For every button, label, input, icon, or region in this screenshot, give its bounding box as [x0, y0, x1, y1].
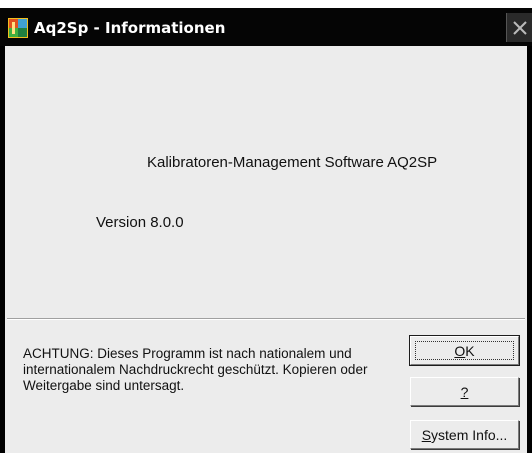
close-button[interactable]: [506, 13, 532, 42]
ok-button-label: OK: [454, 342, 475, 359]
version-label: Version 8.0.0: [96, 214, 184, 231]
dialog-body: Kalibratoren-Management Software AQ2SP V…: [5, 46, 527, 453]
copyright-warning: ACHTUNG: Dieses Programm ist nach nation…: [23, 346, 368, 393]
title-bar[interactable]: Aq2Sp - Informationen: [0, 8, 532, 46]
system-info-button-label: System Info...: [421, 426, 508, 443]
close-icon: [513, 20, 527, 35]
product-name: Kalibratoren-Management Software AQ2SP: [147, 154, 438, 171]
about-dialog: Aq2Sp - Informationen Kalibratoren-Manag…: [0, 8, 532, 453]
separator: [7, 318, 525, 320]
help-button[interactable]: ?: [410, 377, 519, 406]
system-info-button[interactable]: System Info...: [410, 420, 519, 449]
ok-button[interactable]: OK: [409, 335, 520, 366]
app-icon: [8, 18, 28, 38]
help-button-label: ?: [460, 383, 469, 400]
window-title: Aq2Sp - Informationen: [34, 19, 226, 37]
